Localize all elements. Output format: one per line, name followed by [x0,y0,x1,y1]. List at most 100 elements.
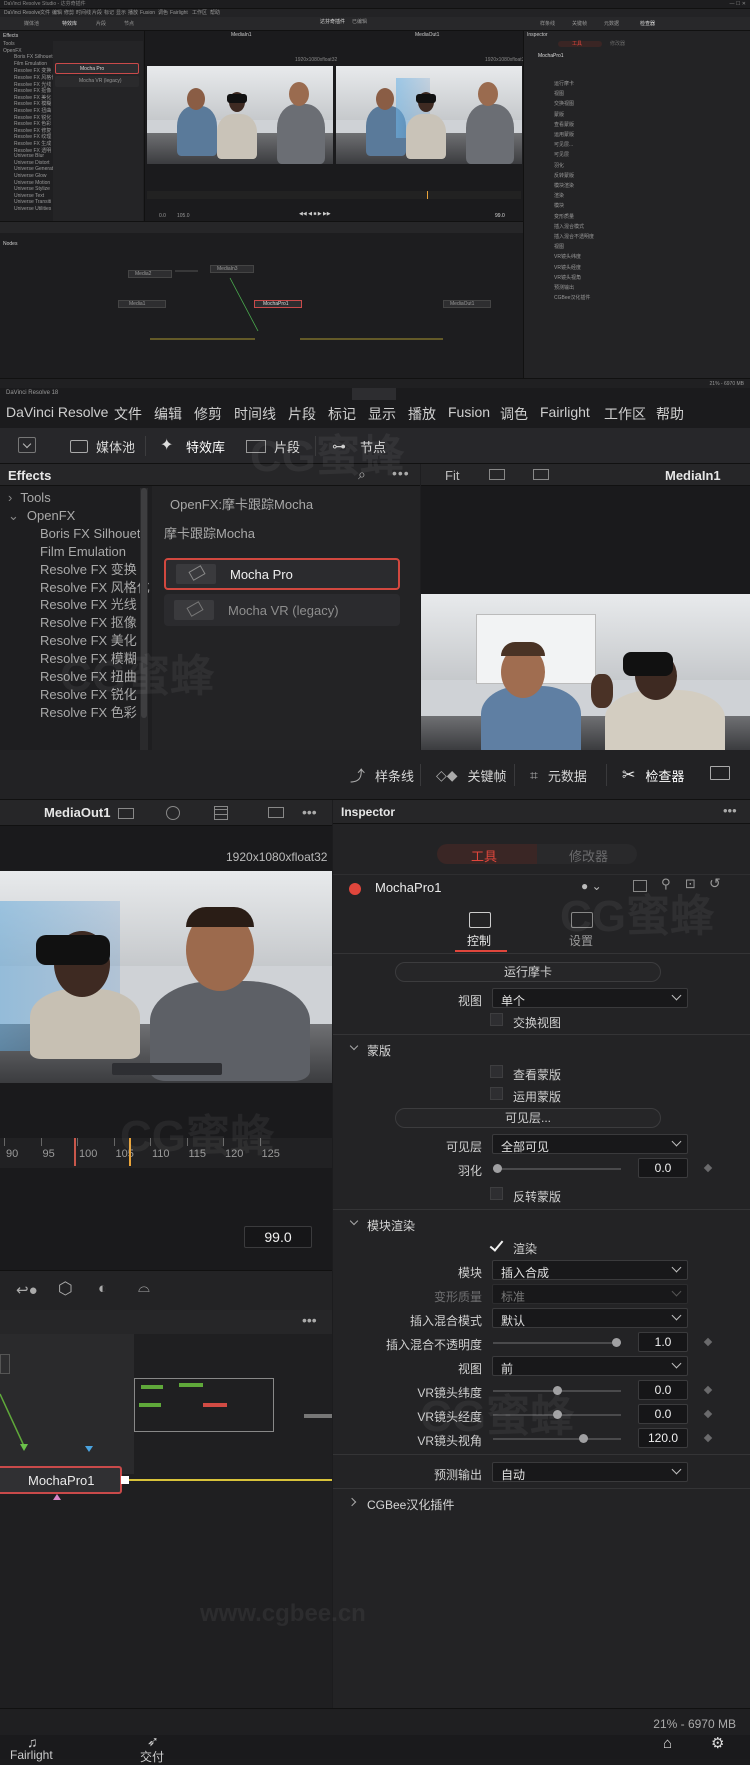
viewer-color-icon[interactable] [166,806,180,820]
view-dropdown[interactable]: 单个 [492,988,688,1008]
menu-6[interactable]: 标记 [104,10,114,16]
tab-tools[interactable]: 工具 [437,844,537,864]
swap-view-checkbox[interactable] [490,1013,503,1026]
menu-timeline[interactable]: 时间线 [234,404,276,424]
inspector-button[interactable]: ✂ 检查器 [622,764,684,786]
in-point-marker[interactable] [74,1138,76,1166]
module-dropdown[interactable]: 插入合成 [492,1260,688,1280]
window-controls-icon[interactable]: — ☐ ✕ [730,1,746,7]
keyframe-icon[interactable] [703,1409,713,1419]
viewer-safe-icon[interactable] [268,807,284,818]
overview-node-mochapro1[interactable]: MochaPro1 [254,300,302,308]
keyframes-button[interactable]: ◇◆ 关键帧 [436,764,507,786]
blend-mode-dropdown[interactable]: 默认 [492,1308,688,1328]
lock-icon[interactable]: ⊡ [685,876,696,892]
tb-spline[interactable]: 样条线 [540,21,555,27]
vr-lon-field[interactable]: 0.0 [638,1404,688,1424]
blend-opacity-field[interactable]: 1.0 [638,1332,688,1352]
fx-mocha-vr[interactable]: Mocha VR (legacy) [164,594,400,626]
overview-ruler[interactable] [147,191,521,199]
reset-icon[interactable]: ↺ [709,875,721,892]
menu-davinci[interactable]: DaVinci Resolve [6,404,108,420]
page-fairlight[interactable]: Fairlight [10,1748,53,1762]
vr-lat-slider[interactable] [493,1386,621,1395]
keyframe-icon[interactable] [703,1433,713,1443]
page-deliver[interactable]: 交付 [140,1748,164,1765]
overview-tree-item[interactable]: Universe Utilities [14,206,51,212]
feather-slider[interactable] [493,1164,621,1173]
overview-frame[interactable]: 99.0 [495,213,505,219]
inspector-more-icon[interactable]: ••• [723,803,737,818]
tb-media-pool[interactable]: 媒体池 [24,21,39,27]
overview-tree-item[interactable]: Universe Transiti [14,199,51,205]
overview-tree-item[interactable]: Universe Motion [14,180,50,186]
overview-node-mediain3[interactable]: MediaIn3 [210,265,254,273]
tb-nodes[interactable]: 节点 [124,21,134,27]
overview-tree-item[interactable]: OpenFX [3,48,22,54]
tb-clip[interactable]: 片段 [96,21,106,27]
node-editor-more-icon[interactable]: ••• [302,1312,317,1328]
breadcrumb[interactable]: OpenFX:摩卡跟踪Mocha [170,494,313,513]
tb-effects[interactable]: 特效库 [62,21,77,27]
menu-color[interactable]: 调色 [500,404,528,424]
overview-mocha-vr-item[interactable]: Mocha VR (legacy) [55,76,139,87]
blend-opacity-knob[interactable] [612,1338,621,1347]
run-mocha-button[interactable]: 运行摩卡 [395,962,661,982]
overview-node-media1[interactable]: Media1 [118,300,166,308]
menu-edit[interactable]: 编辑 [154,404,182,424]
overview-tree-item[interactable]: Universe Distort [14,160,50,166]
viewer-display-icon[interactable] [533,469,549,480]
menu-playback[interactable]: 播放 [408,404,436,424]
collapse-panel-button[interactable] [18,437,36,453]
menu-4[interactable]: 时间线 [76,10,91,16]
overview-transport-icon[interactable]: ◀◀ ◀ ■ ▶ ▶▶ [299,211,331,217]
overview-mocha-pro-item[interactable]: Mocha Pro [55,63,139,74]
node-output-port[interactable] [121,1476,129,1484]
warp-quality-dropdown[interactable]: 标准 [492,1284,688,1304]
overview-tree-item[interactable]: Universe Generat [14,166,53,172]
feather-knob[interactable] [493,1164,502,1173]
light-tool-icon[interactable]: ◐ [98,1280,107,1297]
viewer-fit-dropdown[interactable]: Fit [445,468,459,483]
menu-5[interactable]: 片段 [92,10,102,16]
tab-modifiers[interactable]: 修改器 [537,844,637,864]
overview-node-mediaout1[interactable]: MediaOut1 [443,300,491,308]
vr-fov-slider[interactable] [493,1434,621,1443]
gear-icon[interactable]: ⚙ [711,1734,724,1752]
metadata-button[interactable]: ⌗ 元数据 [530,764,587,786]
viewer-more-icon[interactable]: ••• [302,804,317,820]
overview-tree-item[interactable]: Universe Glow [14,173,47,179]
camera-tool-icon[interactable]: ⌓ [138,1279,150,1296]
overview-tree-item[interactable]: Tools [3,41,15,47]
visible-layers-dropdown[interactable]: 全部可见 [492,1134,688,1154]
fusion-page-tab[interactable] [352,388,396,400]
overview-tree-item[interactable]: Film Emulation [14,61,47,67]
tb-keyframes[interactable]: 关键帧 [572,21,587,27]
nav-clip[interactable]: 片段 [246,428,300,464]
overview-tree-item[interactable]: Boris FX Silhouet [14,54,53,60]
overview-modifiers-tab[interactable]: 修改器 [610,41,625,47]
menu-12[interactable]: 工作区 [192,10,207,16]
spline-button[interactable]: ⤴ 样条线 [350,764,414,786]
versions-icon[interactable] [633,880,647,892]
menu-0[interactable]: DaVinci Resolve [4,10,41,16]
overview-tools-tab[interactable]: 工具 [558,41,602,47]
overview-playhead[interactable] [427,191,428,199]
viewer-option-icon[interactable] [489,469,505,480]
menu-clip[interactable]: 片段 [288,404,316,424]
tb-inspector[interactable]: 检查器 [640,21,655,27]
tool-version-dropdown[interactable]: ● ⌄ [581,879,602,893]
section-render[interactable]: 模块渲染 [333,1211,750,1237]
tool-color-icon[interactable] [349,883,361,895]
keyframe-icon[interactable] [703,1385,713,1395]
menu-trim[interactable]: 修剪 [194,404,222,424]
fx-mocha-pro[interactable]: Mocha Pro [164,558,400,590]
render-checkbox[interactable] [490,1239,503,1252]
pin-icon[interactable]: ⚲ [661,876,671,892]
visible-layers-button[interactable]: 可见层... [395,1108,661,1128]
section-mask[interactable]: 蒙版 [333,1036,750,1062]
node-mochapro1[interactable]: MochaPro1 [0,1466,122,1494]
menu-help[interactable]: 帮助 [656,404,684,424]
preview-dropdown[interactable]: 自动 [492,1462,688,1482]
menu-2[interactable]: 编辑 [52,10,62,16]
